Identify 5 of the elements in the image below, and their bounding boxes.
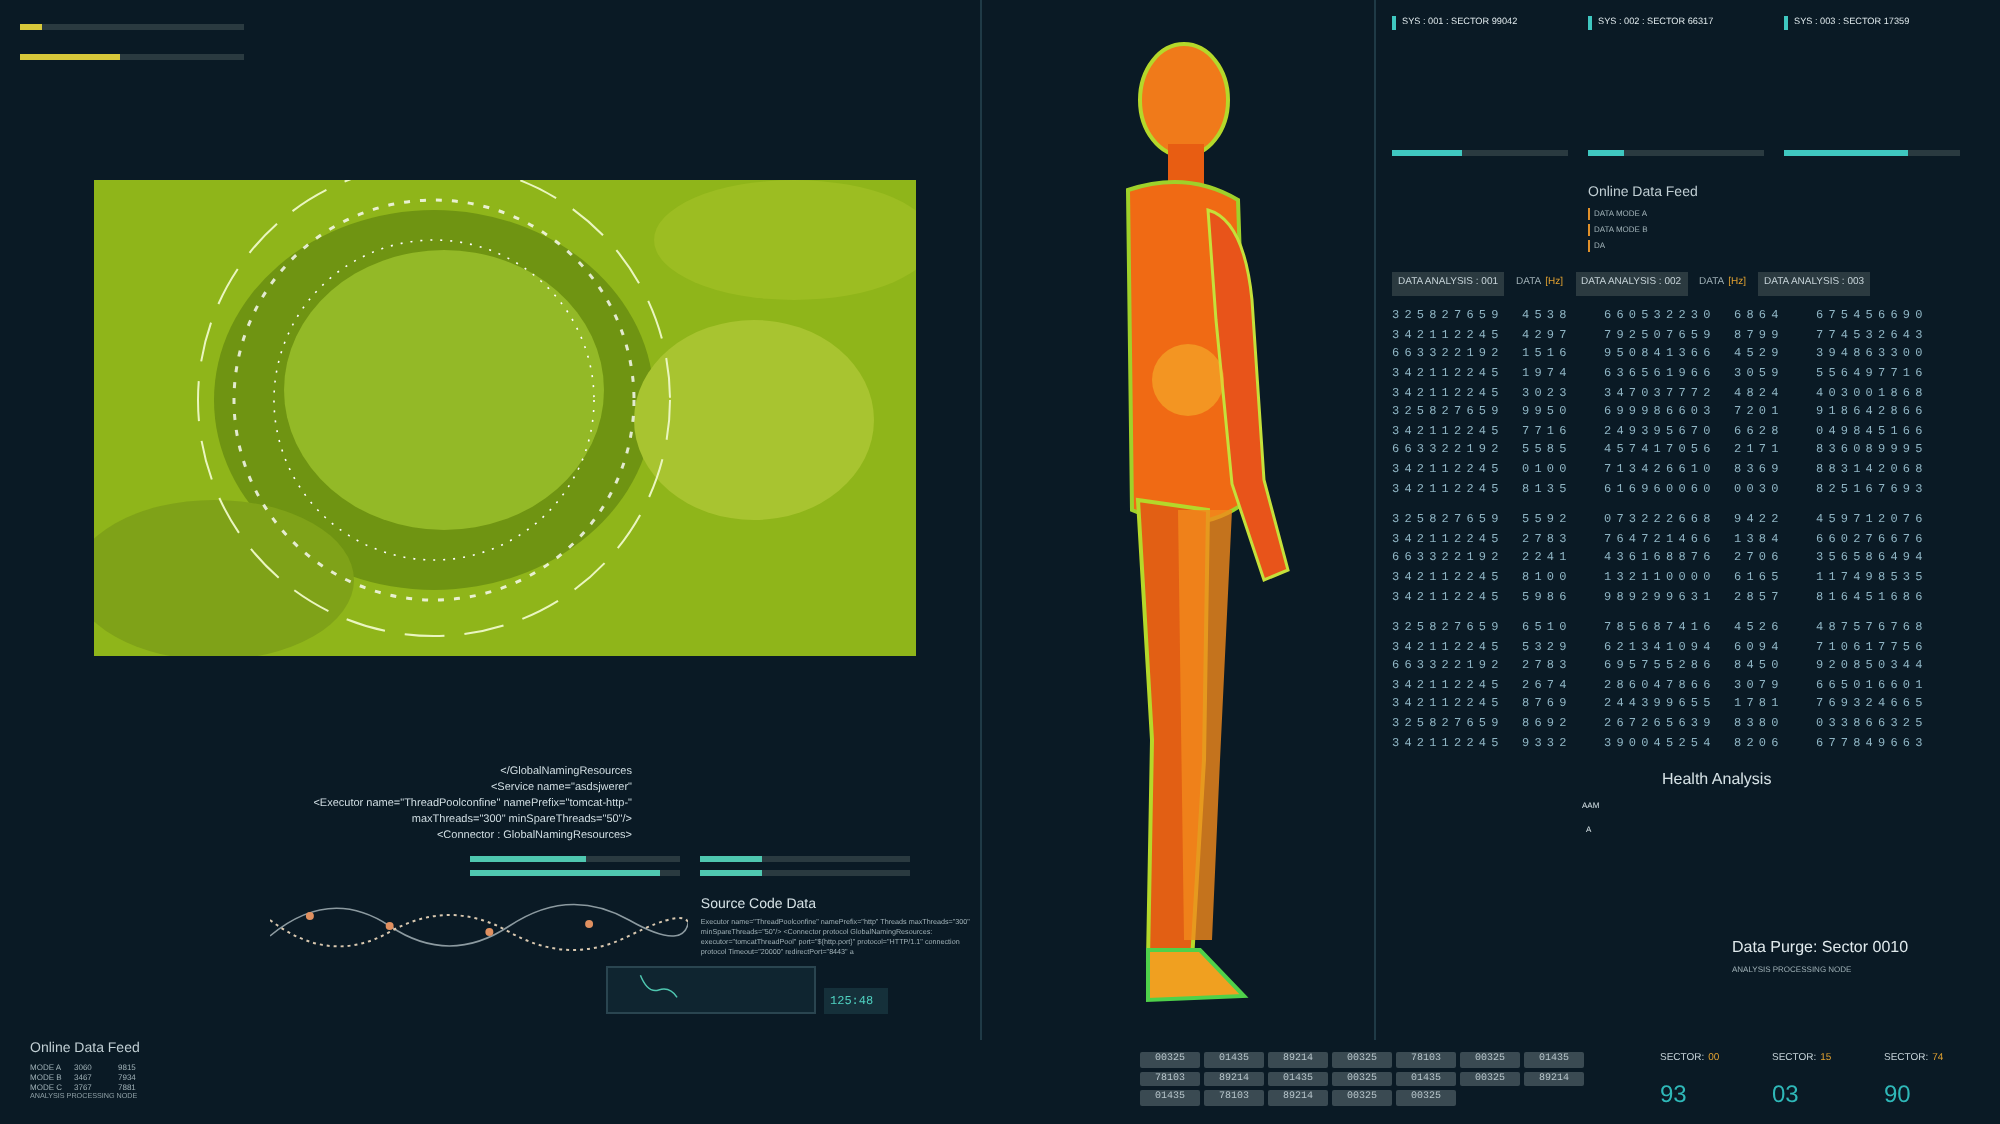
sector-value: 93: [1660, 1079, 1689, 1107]
purge-title: Data Purge: Sector 0010: [1732, 935, 1911, 960]
sector-value: 90: [1884, 1079, 1913, 1107]
sector-value: 03: [1772, 1079, 1801, 1107]
health-title: Health Analysis: [1662, 767, 1774, 792]
